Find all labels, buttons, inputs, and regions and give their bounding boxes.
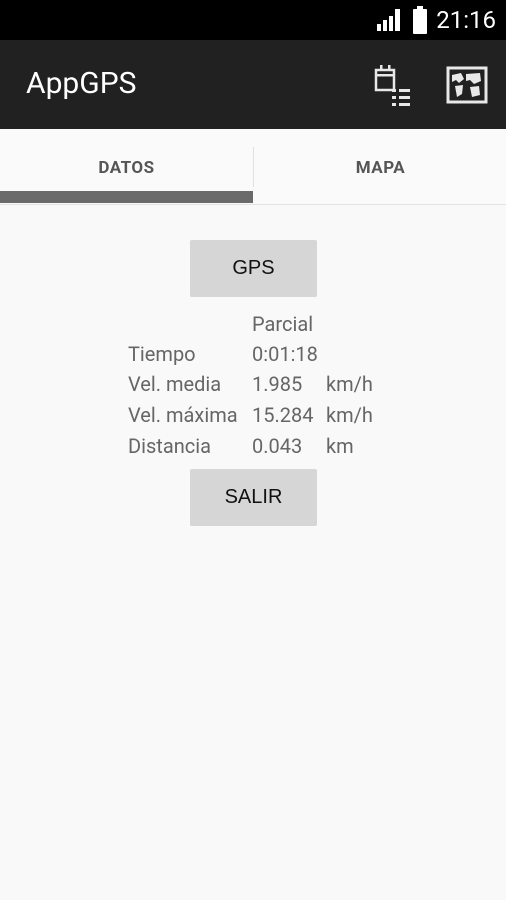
- app-bar: AppGPS: [0, 40, 506, 129]
- calendar-list-icon[interactable]: [372, 62, 412, 108]
- map-icon[interactable]: [446, 66, 488, 104]
- unit-vel-maxima: km/h: [326, 403, 373, 427]
- unit-distancia: km: [326, 434, 354, 458]
- salir-button[interactable]: SALIR: [190, 469, 317, 526]
- gps-button[interactable]: GPS: [190, 240, 317, 297]
- value-vel-media: 1.985: [252, 372, 303, 396]
- label-vel-maxima: Vel. máxima: [128, 403, 238, 427]
- tab-mapa[interactable]: MAPA: [254, 129, 506, 204]
- column-header-parcial: Parcial: [252, 312, 314, 336]
- tab-indicator: [0, 191, 253, 203]
- value-tiempo: 0:01:18: [252, 342, 318, 366]
- label-tiempo: Tiempo: [128, 342, 196, 366]
- value-vel-maxima: 15.284: [252, 403, 314, 427]
- app-title: AppGPS: [26, 66, 137, 101]
- status-time: 21:16: [436, 6, 496, 34]
- signal-icon: [377, 9, 400, 31]
- battery-icon: [413, 6, 427, 34]
- status-bar: 21:16: [0, 0, 506, 40]
- label-vel-media: Vel. media: [128, 372, 222, 396]
- label-distancia: Distancia: [128, 434, 211, 458]
- unit-vel-media: km/h: [326, 372, 373, 396]
- value-distancia: 0.043: [252, 434, 303, 458]
